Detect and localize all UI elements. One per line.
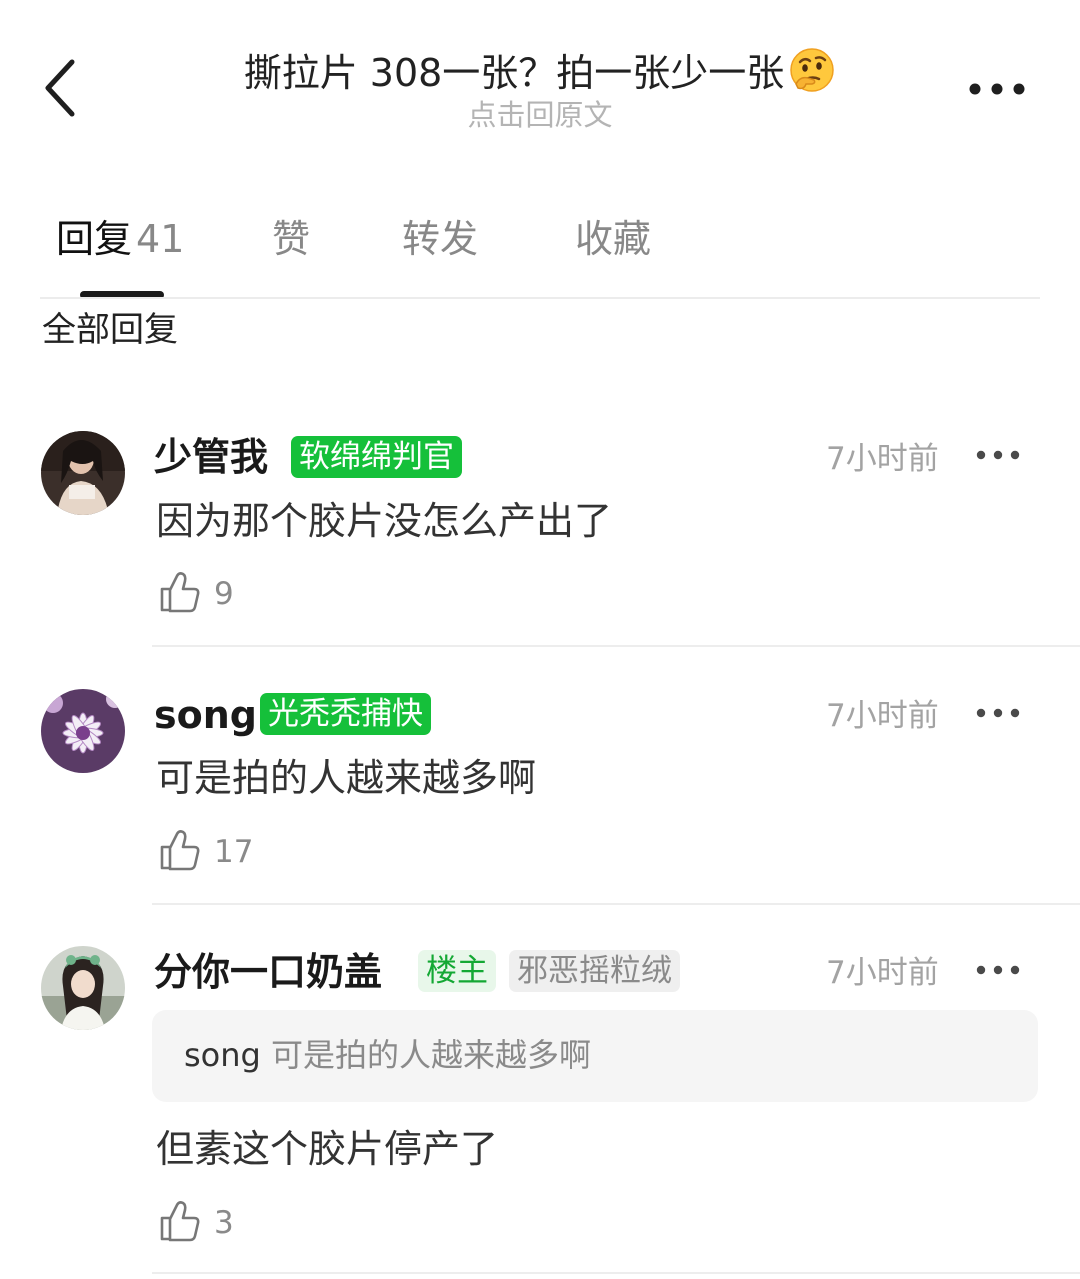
like-count: 17: [214, 834, 254, 870]
comment-divider: [152, 903, 1080, 905]
flower-photo-icon: [41, 689, 125, 773]
back-button[interactable]: [38, 56, 88, 120]
comment-text: 因为那个胶片没怎么产出了: [156, 499, 613, 543]
like-button[interactable]: [158, 1199, 202, 1243]
like-count: 3: [214, 1205, 234, 1241]
post-title: 撕拉片 308一张？拍一张少一张: [180, 46, 900, 99]
comment-divider: [152, 1272, 1080, 1274]
like-button[interactable]: [158, 570, 202, 614]
tab-replies[interactable]: 回复 41: [56, 212, 184, 266]
more-button[interactable]: [962, 74, 1032, 104]
quoted-reply-text: 可是拍的人越来越多啊: [271, 1036, 592, 1074]
user-title-badge: 光秃秃捕快: [260, 693, 431, 735]
tab-reposts[interactable]: 转发: [402, 212, 478, 266]
like-button[interactable]: [158, 828, 202, 872]
tabs-divider: [40, 297, 1040, 299]
post-title-text: 撕拉片 308一张？拍一张少一张: [243, 51, 785, 95]
comment-time: 7小时前: [826, 441, 939, 477]
comment-username[interactable]: 分你一口奶盖: [154, 946, 382, 998]
tab-replies-label: 回复: [56, 217, 133, 261]
user-photo-icon: [41, 946, 125, 1030]
more-dots-icon: [976, 708, 1020, 718]
comment-username[interactable]: song: [154, 689, 257, 741]
comment-username[interactable]: 少管我: [154, 431, 268, 483]
tab-favorites[interactable]: 收藏: [575, 212, 651, 266]
tab-reposts-label: 转发: [402, 217, 479, 261]
tab-replies-count: 41: [136, 217, 185, 261]
more-dots-icon: [969, 83, 1025, 95]
comment-time: 7小时前: [826, 955, 939, 991]
comment-more-button[interactable]: [975, 703, 1021, 723]
section-title: 全部回复: [42, 310, 178, 350]
comment-text: 但素这个胶片停产了: [156, 1127, 499, 1171]
tab-favorites-label: 收藏: [575, 217, 652, 261]
quoted-reply-username: song: [184, 1036, 261, 1074]
user-title-badge: 邪恶摇粒绒: [509, 950, 680, 992]
comment-time: 7小时前: [826, 698, 939, 734]
comment-divider: [152, 645, 1080, 647]
user-title-badge: 软绵绵判官: [291, 436, 462, 478]
avatar[interactable]: [41, 946, 125, 1030]
tab-likes[interactable]: 赞: [272, 212, 310, 266]
comment-more-button[interactable]: [975, 960, 1021, 980]
avatar[interactable]: [41, 431, 125, 515]
quoted-reply[interactable]: song 可是拍的人越来越多啊: [152, 1010, 1038, 1102]
like-count: 9: [214, 576, 234, 612]
avatar[interactable]: [41, 689, 125, 773]
user-photo-icon: [41, 431, 125, 515]
more-dots-icon: [976, 450, 1020, 460]
tab-likes-label: 赞: [272, 217, 311, 261]
quoted-reply-content: song 可是拍的人越来越多啊: [184, 1029, 591, 1081]
thumbs-up-icon: [160, 572, 200, 613]
back-to-original-link[interactable]: 点击回原文: [340, 95, 740, 135]
comment-more-button[interactable]: [975, 445, 1021, 465]
op-badge: 楼主: [418, 950, 496, 992]
thumbs-up-icon: [160, 1201, 200, 1242]
comment-text: 可是拍的人越来越多啊: [156, 756, 537, 800]
back-chevron-icon: [45, 59, 75, 117]
more-dots-icon: [976, 965, 1020, 975]
thinking-face-emoji-icon: [788, 46, 836, 94]
thumbs-up-icon: [160, 830, 200, 871]
